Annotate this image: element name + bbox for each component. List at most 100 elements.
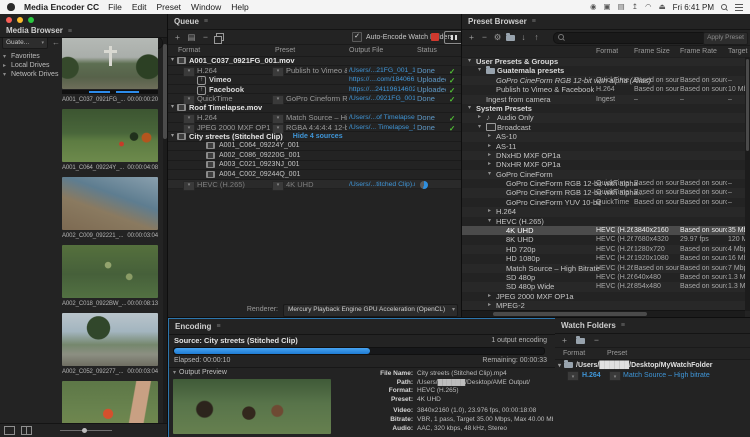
column-format[interactable]: Format <box>178 45 200 56</box>
menu-clock[interactable]: Fri 6:41 PM <box>673 3 714 12</box>
encoding-tab[interactable]: Encoding ≡ <box>169 319 555 335</box>
chevron-down-icon[interactable]: ▾ <box>3 71 8 78</box>
chevron-down-icon[interactable]: ▾ <box>488 170 496 179</box>
output-format[interactable]: QuickTime <box>197 94 270 103</box>
preset-row[interactable]: ▾User Presets & Groups <box>462 57 745 66</box>
preset-row[interactable]: ▸DNxHR MXF OP1a <box>462 160 745 169</box>
media-scrollbar[interactable] <box>163 36 167 423</box>
preset-row[interactable]: Ingest from cameraIngest––– <box>462 95 745 104</box>
preset-row[interactable]: ▾Broadcast <box>462 123 745 132</box>
apply-preset-button[interactable]: Apply Preset <box>703 32 748 45</box>
queue-source-row[interactable]: ▾Roof Timelapse.mov <box>168 104 461 114</box>
output-file-link[interactable]: /Users/...21FG_001_1.mp4 <box>349 66 415 75</box>
clip-thumbnail[interactable] <box>62 381 158 424</box>
preset-row[interactable]: ▸♪Audio Only <box>462 113 745 122</box>
thumbnail-view-icon[interactable] <box>21 426 32 435</box>
chevron-down-icon[interactable]: ▾ <box>3 53 8 60</box>
watch-folder-output-row[interactable]: ▾ H.264 ▾ Match Source – High bitrate <box>555 371 750 381</box>
export-preset-icon[interactable]: ↑ <box>531 32 542 43</box>
preset-row[interactable]: GoPro CineForm RGB 12-bit with alpha...Q… <box>462 188 745 197</box>
auto-encode-checkbox[interactable]: ✓ <box>352 32 362 42</box>
create-group-icon[interactable] <box>505 32 516 43</box>
menu-item-preset[interactable]: Preset <box>156 2 181 12</box>
hide-sources-link[interactable]: Hide 4 sources <box>293 132 343 141</box>
clip-thumbnail[interactable] <box>62 313 158 366</box>
column-frame-size[interactable]: Frame Size <box>634 46 670 57</box>
panel-menu-icon[interactable]: ≡ <box>68 28 72 35</box>
column-format[interactable]: Format <box>563 348 585 359</box>
renderer-dropdown[interactable]: Mercury Playback Engine GPU Acceleration… <box>283 304 458 317</box>
chevron-right-icon[interactable]: ▸ <box>488 292 496 301</box>
queue-subclip-row[interactable]: A003_C021_0923NJ_001 <box>168 161 461 171</box>
preset-row[interactable]: 4K UHDHEVC (H.265)3840x2160Based on sour… <box>462 226 745 235</box>
chevron-right-icon[interactable]: ▸ <box>488 151 496 160</box>
menu-app-name[interactable]: Media Encoder CC <box>24 2 99 12</box>
queue-output-row[interactable]: ▾HEVC (H.265)▾4K UHD/Users/...titched Cl… <box>168 180 461 190</box>
chevron-down-icon[interactable]: ▾ <box>558 362 561 369</box>
panel-menu-icon[interactable]: ≡ <box>204 18 208 25</box>
queue-output-row[interactable]: ▾JPEG 2000 MXF OP1a▾RGBA 4:4:4:4 12-bit … <box>168 123 461 133</box>
menu-item-window[interactable]: Window <box>191 2 221 12</box>
preset-browser-tab[interactable]: Preset Browser ≡ <box>462 14 750 30</box>
remove-watch-folder-button[interactable]: − <box>591 335 602 346</box>
media-clip[interactable]: A001_C037_0921FG_...00:00:00:20 <box>62 36 158 104</box>
panel-menu-icon[interactable]: ≡ <box>621 322 625 329</box>
chevron-down-icon[interactable]: ▾ <box>488 217 496 226</box>
queue-output-row[interactable]: ↑Vimeohttps://....com/184066142Uploaded✓ <box>168 75 461 85</box>
output-preset[interactable]: Match Source – High bitr... <box>286 113 347 122</box>
clip-scrubber[interactable] <box>62 90 158 94</box>
preset-row[interactable]: Publish to Vimeo & FacebookH.264Based on… <box>462 85 745 94</box>
output-format[interactable]: JPEG 2000 MXF OP1a <box>197 123 270 132</box>
preset-row[interactable]: SD 480pHEVC (H.265)640x480Based on sourc… <box>462 273 745 282</box>
preset-row[interactable]: GoPro CineForm RGB 12-bit with alphaQuic… <box>462 179 745 188</box>
chevron-down-icon[interactable]: ▾ <box>468 104 476 113</box>
menu-item-edit[interactable]: Edit <box>132 2 147 12</box>
output-file-link[interactable]: https://....com/184066142 <box>349 75 415 84</box>
output-preset[interactable]: RGBA 4:4:4:4 12-bit (BC... <box>286 123 347 132</box>
preset-row[interactable]: HD 720pHEVC (H.265)1280x720Based on sour… <box>462 245 745 254</box>
preset-horizontal-scrollbar[interactable] <box>462 310 745 317</box>
preset-row[interactable]: ▾GoPro CineForm <box>462 170 745 179</box>
minimize-window-button[interactable] <box>17 17 23 23</box>
eject-icon[interactable]: ⏏ <box>659 3 666 11</box>
sidebar-item-favorites[interactable]: ▾Favorites <box>0 52 60 61</box>
preset-row[interactable]: ▸AS-11 <box>462 142 745 151</box>
queue-tab[interactable]: Queue ≡ <box>168 14 461 30</box>
preset-row[interactable]: HD 1080pHEVC (H.265)1920x1080Based on so… <box>462 254 745 263</box>
preset-settings-icon[interactable]: ⚙ <box>492 32 503 43</box>
preset-row[interactable]: ▸AS-10 <box>462 132 745 141</box>
queue-output-row[interactable]: ▾QuickTime▾GoPro Cineform RGB 12.../User… <box>168 94 461 104</box>
remove-preset-button[interactable]: − <box>479 32 490 43</box>
back-arrow-icon[interactable]: ← <box>52 38 60 47</box>
column-target-rate[interactable]: Target Rate <box>728 46 748 57</box>
chevron-down-icon[interactable]: ▾ <box>171 132 174 141</box>
preset-row[interactable]: ▸DNxHD MXF OP1a <box>462 151 745 160</box>
sidebar-item-network-drives[interactable]: ▾Network Drives <box>0 70 60 79</box>
queue-output-row[interactable]: ▾H.264▾Match Source – High bitr.../Users… <box>168 113 461 123</box>
display-mirroring-icon[interactable]: ▤ <box>618 3 625 11</box>
column-output-file[interactable]: Output File <box>349 45 383 56</box>
preset-row[interactable]: ▾System Presets <box>462 104 745 113</box>
preset-row[interactable]: SD 480p WideHEVC (H.265)854x480Based on … <box>462 282 745 291</box>
list-view-icon[interactable] <box>4 426 15 435</box>
queue-subclip-row[interactable]: A001_C064_09224Y_001 <box>168 142 461 152</box>
queue-output-row[interactable]: ▾H.264▾Publish to Vimeo & Face.../Users/… <box>168 66 461 76</box>
output-format[interactable]: H.264 <box>197 66 270 75</box>
queue-source-row[interactable]: ▾City streets (Stitched Clip)Hide 4 sour… <box>168 132 461 142</box>
apple-menu-icon[interactable] <box>7 3 15 11</box>
queue-subclip-row[interactable]: A004_C002_09244Q_001 <box>168 170 461 180</box>
queue-output-row[interactable]: ↑Facebookhttps://...24119614602283Upload… <box>168 85 461 95</box>
notification-center-icon[interactable] <box>735 4 743 11</box>
preset-row[interactable]: 8K UHDHEVC (H.265)7680x432029.97 fps120 … <box>462 235 745 244</box>
wifi-icon[interactable]: ◠ <box>645 3 652 11</box>
output-format[interactable]: HEVC (H.265) <box>197 180 270 189</box>
create-preset-button[interactable]: + <box>466 32 477 43</box>
format-dropdown-chip[interactable]: ▾ <box>567 371 579 381</box>
accessibility-icon[interactable]: ◉ <box>590 3 597 11</box>
stop-queue-button[interactable] <box>431 33 439 41</box>
preset-row[interactable]: ▾HEVC (H.265) <box>462 217 745 226</box>
spotlight-search-icon[interactable] <box>721 4 728 11</box>
add-source-button[interactable]: + <box>172 32 183 43</box>
output-file-link[interactable]: https://...24119614602283 <box>349 85 415 94</box>
preset-row[interactable]: ▾Guatemala presets <box>462 66 745 75</box>
